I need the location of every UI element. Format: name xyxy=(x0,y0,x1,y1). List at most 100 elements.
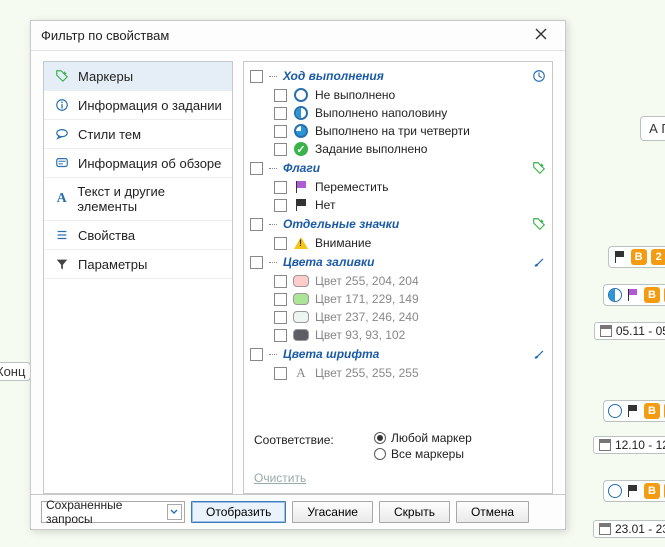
checkbox[interactable] xyxy=(250,348,263,361)
radio-label: Любой маркер xyxy=(391,431,472,445)
checkbox[interactable] xyxy=(250,218,263,231)
checkbox[interactable] xyxy=(274,199,287,212)
swatch-icon xyxy=(293,273,309,289)
circle-check-icon: ✓ xyxy=(293,141,309,157)
marker-panel: Ход выполнения Не выполнено Выполнено напо… xyxy=(243,61,553,494)
bg-node: B1 xyxy=(603,400,665,422)
clock-icon[interactable] xyxy=(530,67,548,85)
marker-item[interactable]: Не выполнено xyxy=(248,86,550,104)
marker-item[interactable]: Переместить xyxy=(248,178,550,196)
checkbox[interactable] xyxy=(274,107,287,120)
list-icon xyxy=(54,227,70,243)
group-title: Ход выполнения xyxy=(283,69,524,83)
chevron-down-icon xyxy=(167,504,182,520)
marker-item-label: Задание выполнено xyxy=(315,142,427,156)
radio-icon xyxy=(374,448,386,460)
combo-label: Сохраненные запросы xyxy=(46,498,167,526)
marker-item[interactable]: Цвет 93, 93, 102 xyxy=(248,326,550,344)
checkbox[interactable] xyxy=(274,89,287,102)
clear-link[interactable]: Очистить xyxy=(244,467,552,493)
marker-item[interactable]: Цвет 255, 204, 204 xyxy=(248,272,550,290)
marker-item[interactable]: ✓ Задание выполнено xyxy=(248,140,550,158)
bg-node: B2П xyxy=(608,246,665,268)
checkbox[interactable] xyxy=(274,143,287,156)
marker-group-header[interactable]: Цвета шрифта xyxy=(248,344,550,364)
marker-group-header[interactable]: Флаги xyxy=(248,158,550,178)
bg-node: А ГК xyxy=(640,116,665,141)
cancel-button[interactable]: Отмена xyxy=(456,501,529,523)
brush-icon[interactable] xyxy=(530,253,548,271)
marker-item[interactable]: Нет xyxy=(248,196,550,214)
category-markers[interactable]: Маркеры xyxy=(44,62,232,91)
marker-item-label: Не выполнено xyxy=(315,88,395,102)
bg-date: 23.01 - 23.0 xyxy=(593,520,665,538)
tag-plus-icon[interactable] xyxy=(530,215,548,233)
radio-all-markers[interactable]: Все маркеры xyxy=(374,447,472,461)
radio-any-marker[interactable]: Любой маркер xyxy=(374,431,472,445)
group-title: Цвета шрифта xyxy=(283,347,524,361)
category-label: Текст и другие элементы xyxy=(77,184,222,214)
circle-3q-icon xyxy=(293,123,309,139)
bubble-icon xyxy=(54,126,70,142)
checkbox[interactable] xyxy=(274,275,287,288)
dialog-title: Фильтр по свойствам xyxy=(41,28,527,43)
bg-node: B1 xyxy=(603,284,665,306)
checkbox[interactable] xyxy=(274,367,287,380)
saved-queries-combo[interactable]: Сохраненные запросы xyxy=(41,501,185,523)
radio-icon xyxy=(374,432,386,444)
close-button[interactable] xyxy=(527,27,555,45)
marker-item-label: Цвет 93, 93, 102 xyxy=(315,328,405,342)
marker-item-label: Внимание xyxy=(315,236,371,250)
marker-group-header[interactable]: Отдельные значки xyxy=(248,214,550,234)
marker-group-header[interactable]: Ход выполнения xyxy=(248,66,550,86)
checkbox[interactable] xyxy=(274,311,287,324)
checkbox[interactable] xyxy=(274,329,287,342)
category-review-info[interactable]: Информация об обзоре xyxy=(44,149,232,178)
category-properties[interactable]: Свойства xyxy=(44,221,232,250)
flag-purple-icon xyxy=(293,179,309,195)
fade-button[interactable]: Угасание xyxy=(292,501,373,523)
warning-icon xyxy=(293,235,309,251)
category-label: Параметры xyxy=(78,257,147,272)
marker-item-label: Выполнено на три четверти xyxy=(315,124,470,138)
circle-half-icon xyxy=(293,105,309,121)
swatch-icon xyxy=(293,327,309,343)
bg-node: B1 xyxy=(603,480,665,502)
text-a-icon: A xyxy=(54,191,69,207)
category-label: Маркеры xyxy=(78,69,133,84)
checkbox[interactable] xyxy=(274,181,287,194)
radio-label: Все маркеры xyxy=(391,447,464,461)
category-topic-styles[interactable]: Стили тем xyxy=(44,120,232,149)
marker-item-label: Цвет 237, 246, 240 xyxy=(315,310,419,324)
checkbox[interactable] xyxy=(250,162,263,175)
category-parameters[interactable]: Параметры xyxy=(44,250,232,279)
font-a-icon: A xyxy=(293,365,309,381)
category-task-info[interactable]: Информация о задании xyxy=(44,91,232,120)
checkbox[interactable] xyxy=(274,293,287,306)
checkbox[interactable] xyxy=(274,237,287,250)
marker-item[interactable]: A Цвет 255, 255, 255 xyxy=(248,364,550,382)
show-button[interactable]: Отобразить xyxy=(191,501,286,523)
bg-node: Конц xyxy=(0,362,31,381)
flag-black-icon xyxy=(293,197,309,213)
hide-button[interactable]: Скрыть xyxy=(379,501,450,523)
marker-scroll[interactable]: Ход выполнения Не выполнено Выполнено напо… xyxy=(244,62,552,425)
checkbox[interactable] xyxy=(274,125,287,138)
category-text-elements[interactable]: A Текст и другие элементы xyxy=(44,178,232,221)
marker-item-label: Цвет 255, 255, 255 xyxy=(315,366,419,380)
marker-item[interactable]: Внимание xyxy=(248,234,550,252)
bg-date: 05.11 - 05.1 xyxy=(594,322,665,340)
marker-item[interactable]: Цвет 237, 246, 240 xyxy=(248,308,550,326)
tag-plus-icon xyxy=(54,68,70,84)
brush-icon[interactable] xyxy=(530,345,548,363)
correspondence-row: Соответствие: Любой маркер Все маркеры xyxy=(244,425,552,467)
tag-plus-icon[interactable] xyxy=(530,159,548,177)
marker-item[interactable]: Выполнено на три четверти xyxy=(248,122,550,140)
marker-item[interactable]: Выполнено наполовину xyxy=(248,104,550,122)
group-title: Флаги xyxy=(283,161,524,175)
marker-group-header[interactable]: Цвета заливки xyxy=(248,252,550,272)
marker-item[interactable]: Цвет 171, 229, 149 xyxy=(248,290,550,308)
checkbox[interactable] xyxy=(250,256,263,269)
checkbox[interactable] xyxy=(250,70,263,83)
swatch-icon xyxy=(293,291,309,307)
